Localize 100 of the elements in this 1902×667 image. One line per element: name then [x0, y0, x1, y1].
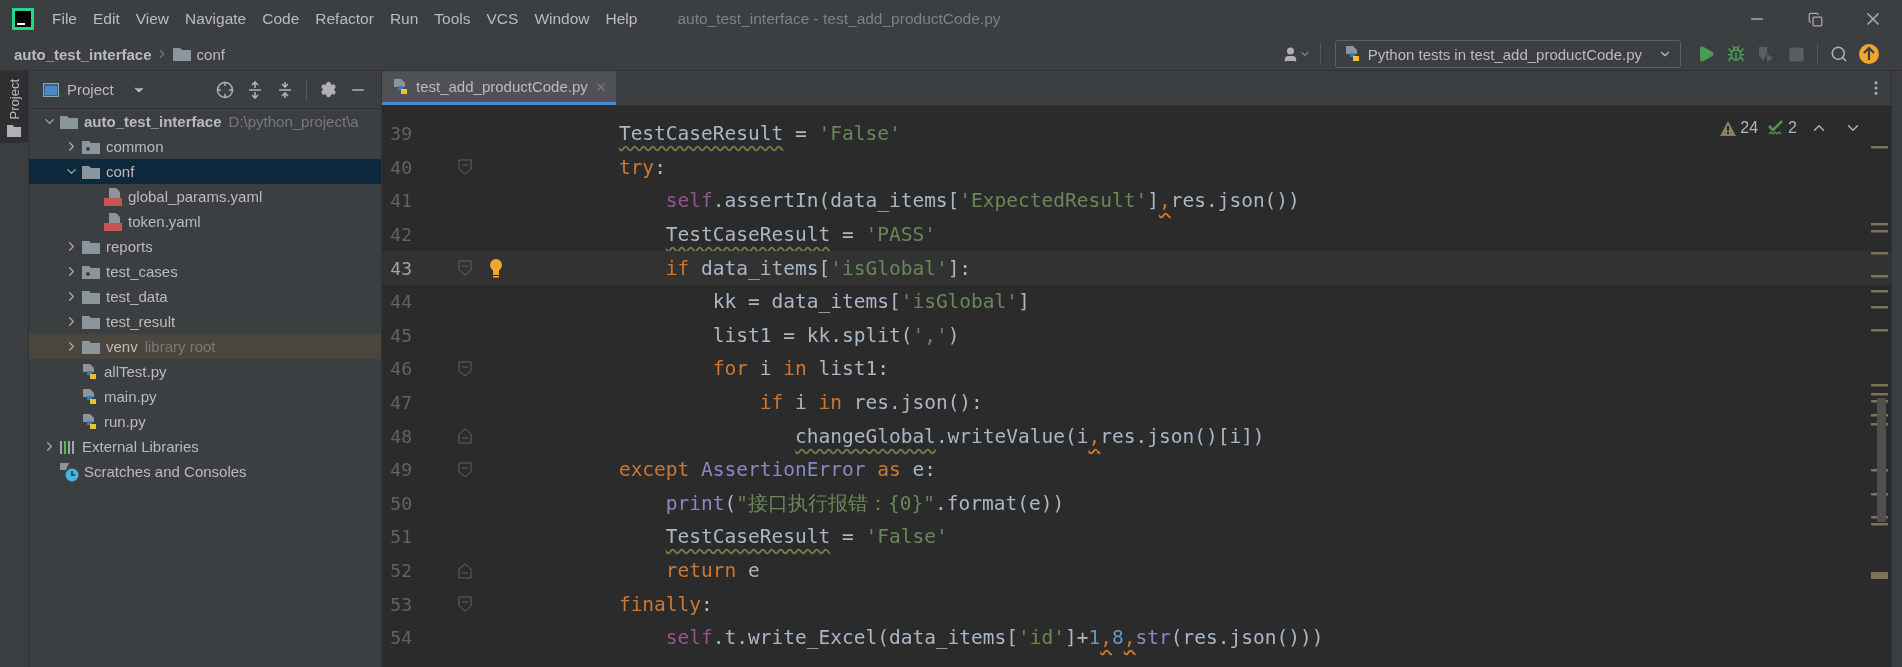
tree-item[interactable]: External Libraries — [29, 434, 381, 459]
tree-item[interactable]: global_params.yaml — [29, 184, 381, 209]
line-number: 39 — [389, 123, 412, 145]
line-number: 41 — [389, 190, 412, 212]
line-number: 42 — [389, 224, 412, 246]
code-line: TestCaseResult = 'False' — [618, 122, 901, 146]
tree-item-label: auto_test_interface — [84, 113, 222, 130]
fold-end-marker-icon[interactable] — [458, 562, 472, 579]
tree-item[interactable]: reports — [29, 234, 381, 259]
tree-item[interactable]: allTest.py — [29, 359, 381, 384]
code-line: if i in res.json(): — [759, 391, 983, 415]
tree-item-label: reports — [106, 238, 153, 255]
folder-icon — [81, 288, 101, 305]
menu-item[interactable]: Code — [260, 8, 302, 30]
tree-item-label: allTest.py — [104, 363, 167, 380]
editor-tab[interactable]: test_add_productCode.py — [382, 71, 616, 105]
line-number: 44 — [389, 291, 412, 313]
tree-item-label: Scratches and Consoles — [84, 463, 247, 480]
fold-marker-icon[interactable] — [458, 159, 472, 176]
tree-item[interactable]: Scratches and Consoles — [29, 459, 381, 484]
breadcrumb-item[interactable]: auto_test_interface — [14, 45, 152, 63]
line-number: 40 — [389, 156, 412, 178]
code-line: return e — [665, 559, 760, 582]
tree-item-label: conf — [106, 163, 135, 180]
menu-item[interactable]: Edit — [91, 8, 122, 30]
menu-item[interactable]: Run — [387, 8, 421, 30]
fold-marker-icon[interactable] — [458, 360, 472, 377]
code-line: for i in list1: — [712, 357, 889, 381]
tree-item-label: test_data — [106, 288, 168, 305]
line-number: 49 — [389, 459, 412, 481]
lightbulb-icon[interactable] — [488, 258, 504, 279]
code-line: try: — [618, 155, 666, 179]
menu-item[interactable]: Navigate — [183, 8, 249, 30]
menu-item[interactable]: VCS — [484, 8, 521, 30]
code-line: except AssertionError as e: — [618, 458, 936, 482]
tree-item-label: common — [106, 138, 164, 155]
warning-count[interactable]: 24 — [1720, 119, 1759, 137]
fold-marker-icon[interactable] — [458, 461, 472, 478]
tree-item-label: global_params.yaml — [128, 188, 263, 205]
line-number: 46 — [389, 358, 412, 380]
menu-item[interactable]: File — [50, 8, 79, 30]
line-number: 52 — [389, 560, 412, 581]
folder-icon — [81, 238, 101, 255]
menu-item[interactable]: Window — [532, 8, 592, 30]
tool-window-tab[interactable]: Project — [0, 71, 28, 144]
breadcrumb-item[interactable]: conf — [196, 45, 225, 63]
line-number: 53 — [389, 593, 412, 615]
tree-item-label: test_result — [106, 313, 176, 330]
library-icon — [59, 438, 77, 455]
typo-count[interactable]: 2 — [1768, 119, 1797, 137]
tree-item-label: main.py — [104, 388, 157, 405]
code-line: self.assertIn(data_items['ExpectedResult'],res.json()) — [665, 189, 1300, 213]
line-number: 54 — [389, 627, 412, 649]
menu-item[interactable]: Refactor — [313, 8, 376, 30]
tree-item[interactable]: conf — [29, 159, 381, 184]
stop-icon — [1787, 45, 1805, 63]
search-icon — [1830, 45, 1848, 63]
tree-item-label: token.yaml — [128, 213, 201, 230]
run-icon — [1697, 45, 1715, 63]
folder-icon[interactable] — [7, 125, 21, 138]
tree-item[interactable]: main.py — [29, 384, 381, 409]
yaml-file-icon — [103, 212, 123, 231]
tree-item-hint: library root — [144, 338, 216, 355]
tree-item-label: External Libraries — [82, 438, 199, 455]
folder-icon — [81, 338, 101, 355]
project-view-dropdown[interactable]: Project — [43, 81, 146, 98]
warning-icon — [1720, 120, 1737, 136]
fold-marker-icon[interactable] — [458, 596, 472, 613]
tree-item[interactable]: token.yaml — [29, 209, 381, 234]
tree-item[interactable]: venv library root — [29, 334, 381, 359]
run-configuration-dropdown[interactable]: Python tests in test_add_productCode.py — [1334, 40, 1681, 68]
typo-check-icon — [1768, 120, 1785, 136]
tree-item-label: run.py — [104, 413, 146, 430]
menu-item[interactable]: Help — [603, 8, 640, 30]
fold-marker-icon[interactable] — [458, 260, 472, 277]
tree-item[interactable]: test_data — [29, 284, 381, 309]
folder-icon — [81, 313, 101, 330]
folder-icon — [81, 163, 101, 180]
window-icon[interactable] — [43, 82, 59, 97]
debug-icon — [1727, 45, 1745, 63]
tree-item-label: test_cases — [106, 263, 178, 280]
tree-item[interactable]: auto_test_interface D:\python_project\a — [29, 109, 381, 134]
code-line: TestCaseResult = 'False' — [665, 525, 948, 549]
tree-item[interactable]: common — [29, 134, 381, 159]
package-folder-icon — [81, 138, 101, 155]
tree-item[interactable]: test_result — [29, 309, 381, 334]
fold-end-marker-icon[interactable] — [458, 428, 472, 445]
tree-item[interactable]: test_cases — [29, 259, 381, 284]
restore-icon[interactable] — [1807, 11, 1823, 27]
tree-item[interactable]: run.py — [29, 409, 381, 434]
menu-item[interactable]: Tools — [432, 8, 473, 30]
package-folder-icon — [81, 263, 101, 280]
python-test-icon — [1343, 45, 1362, 63]
update-icon — [1858, 43, 1880, 65]
menu-item[interactable]: View — [133, 8, 172, 30]
folder-icon — [171, 46, 192, 62]
code-line: self.t.write_Excel(data_items['id']+1,8,str(res.json())) — [665, 626, 1324, 650]
tree-item-label: venv — [106, 338, 138, 355]
python-file-icon — [392, 77, 410, 96]
line-number: 51 — [389, 526, 412, 548]
